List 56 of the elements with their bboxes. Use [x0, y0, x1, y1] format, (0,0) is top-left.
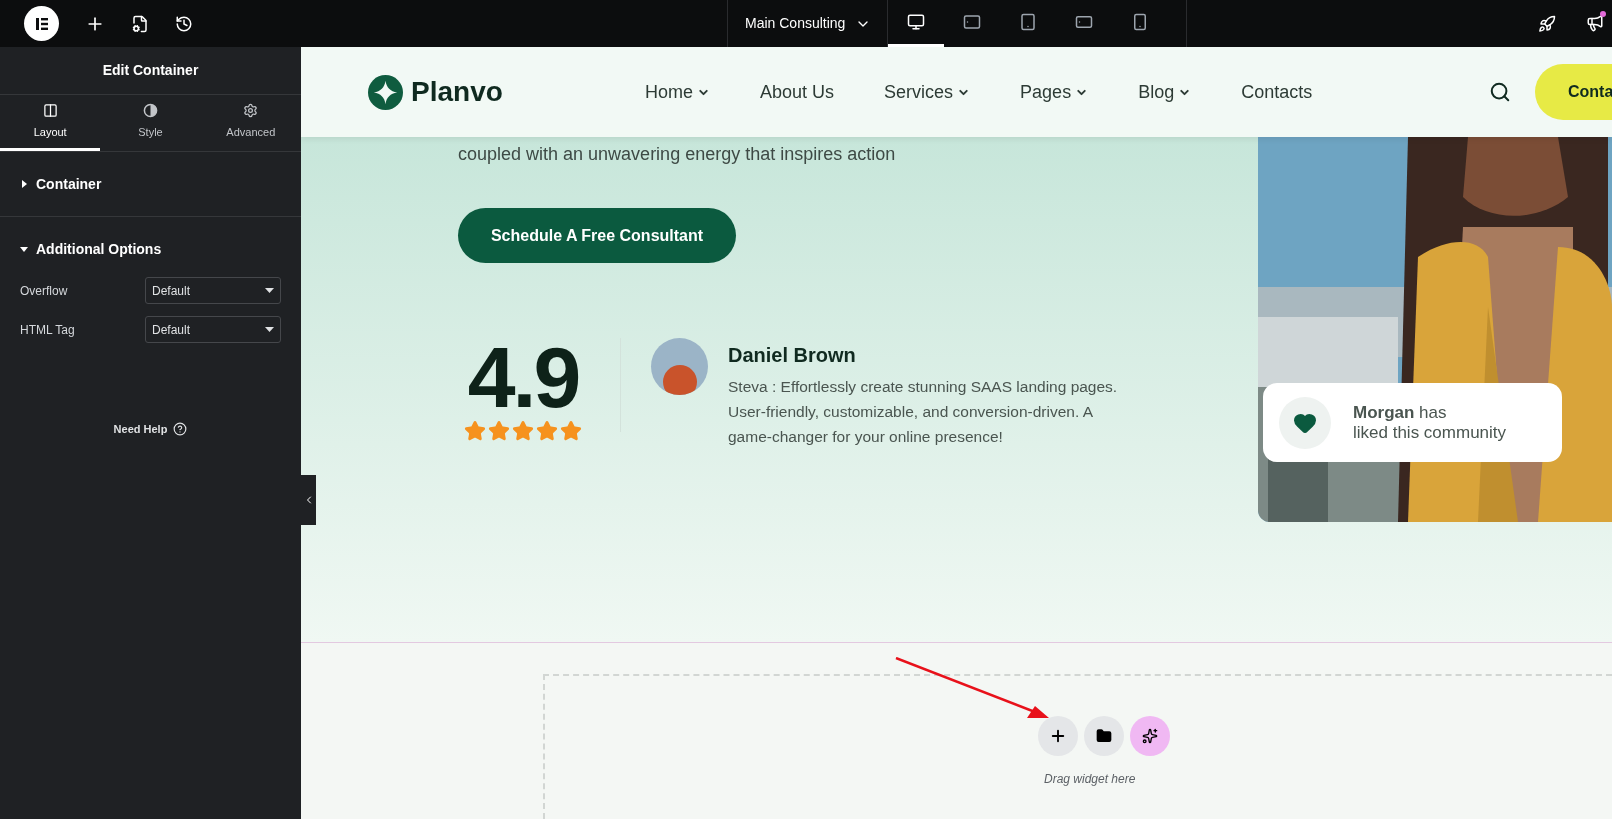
avatar: [651, 338, 708, 395]
panel-tab[interactable]: Layout: [0, 95, 101, 151]
star-icon: [464, 420, 486, 442]
rocket-icon[interactable]: [1538, 14, 1556, 33]
star-icon: [488, 420, 510, 442]
field-label: HTML Tag: [20, 321, 75, 339]
nav-link[interactable]: Home: [645, 78, 710, 106]
nav-link[interactable]: About Us: [760, 78, 835, 106]
field-label: Overflow: [20, 282, 68, 300]
caret-icon: [20, 180, 28, 188]
gear-icon: [243, 102, 259, 118]
caret-icon: [265, 288, 274, 293]
mobile-icon: [1131, 13, 1149, 31]
announcements-icon[interactable]: [1586, 13, 1606, 34]
consultation-button[interactable]: Schedule A Free Consultant: [458, 208, 736, 263]
ai-button[interactable]: [1130, 716, 1170, 756]
help-icon: [173, 422, 188, 437]
panel-tab[interactable]: Advanced: [200, 95, 301, 151]
notification-text: Morgan has liked this community: [1353, 402, 1507, 443]
caret-icon: [20, 245, 28, 253]
folder-icon: [1096, 728, 1112, 744]
need-help-link[interactable]: Need Help: [113, 421, 188, 438]
caret-icon: [265, 327, 274, 332]
nav-link[interactable]: Pages: [1020, 78, 1089, 106]
add-widget-button[interactable]: [1038, 716, 1078, 756]
drop-hint: Drag widget here: [1044, 771, 1136, 788]
nav-link[interactable]: Services: [884, 78, 971, 106]
half-circle-icon: [143, 102, 158, 118]
page-settings-icon[interactable]: [131, 14, 149, 33]
template-library-button[interactable]: [1084, 716, 1124, 756]
mobile-landscape-icon: [1075, 13, 1093, 31]
sparkles-icon: [1142, 728, 1158, 744]
rating-value: 4.9: [467, 338, 579, 416]
panel-tab[interactable]: Style: [100, 95, 201, 151]
hero-text: coupled with an unwavering energy that inspires action: [458, 143, 897, 166]
logo-icon: [368, 74, 403, 110]
nav-link[interactable]: Blog: [1138, 78, 1192, 106]
columns-icon: [42, 102, 58, 118]
panel-title: Edit Container: [102, 61, 199, 80]
site-logo[interactable]: Planvo: [411, 71, 503, 113]
history-icon[interactable]: [175, 14, 193, 33]
tablet-icon: [1019, 13, 1037, 31]
nav-link[interactable]: Contacts: [1241, 78, 1313, 106]
section-toggle[interactable]: Container: [0, 152, 301, 216]
desktop-icon: [907, 13, 925, 31]
select-field[interactable]: Default: [145, 316, 281, 343]
testimonial-name: Daniel Brown: [728, 343, 857, 368]
star-icon: [560, 420, 582, 442]
testimonial-quote: Steva : Effortlessly create stunning SAAS landing pages. User-friendly, customizable, and conversion-driven. A game-changer for your online presence!: [728, 377, 1119, 447]
star-icon: [512, 420, 534, 442]
tablet-landscape-icon: [963, 13, 981, 31]
star-icon: [536, 420, 558, 442]
elementor-logo[interactable]: [24, 6, 59, 41]
select-field[interactable]: Default: [145, 277, 281, 304]
search-icon[interactable]: [1489, 81, 1511, 103]
plus-icon: [1049, 727, 1067, 745]
